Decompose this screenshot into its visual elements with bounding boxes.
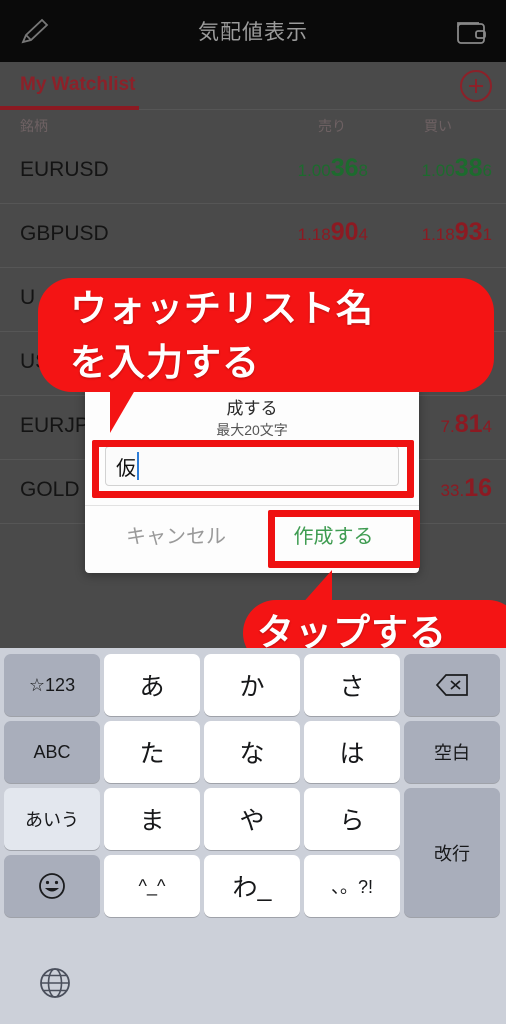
key-punct[interactable]: 、。?! bbox=[304, 855, 400, 917]
key-kana[interactable]: あいう bbox=[4, 788, 100, 850]
table-row[interactable]: GBPUSD 1.18904 1.18931 bbox=[0, 204, 506, 268]
key-na[interactable]: な bbox=[204, 721, 300, 783]
key-globe[interactable] bbox=[38, 966, 72, 1000]
navbar: 気配値表示 bbox=[0, 0, 506, 62]
row-symbol: EURUSD bbox=[20, 158, 109, 181]
callout-input-hint-line1: ウォッチリスト名 bbox=[70, 288, 374, 329]
callout-input-hint-line2: を入力する bbox=[70, 342, 260, 383]
pencil-icon[interactable] bbox=[18, 16, 54, 48]
column-header-bid: 売り bbox=[318, 118, 346, 134]
backspace-icon bbox=[435, 674, 468, 696]
app-root: 気配値表示 My Watchlist 銘柄 売り 買い EURUSD 1.0036… bbox=[0, 0, 506, 1024]
column-header-ask: 買い bbox=[424, 118, 452, 134]
row-price-ask: 1.18931 bbox=[421, 218, 492, 246]
row-price-ask: 1.00386 bbox=[421, 154, 492, 182]
keyboard-grid: ☆123 あかさ ABC たなは空白あいうまやら改行 ^_^ わ_、。?! bbox=[0, 648, 506, 956]
key-space[interactable]: 空白 bbox=[404, 721, 500, 783]
row-symbol: EURJP bbox=[20, 414, 89, 437]
wallet-icon[interactable] bbox=[454, 16, 488, 48]
key-sa[interactable]: さ bbox=[304, 654, 400, 716]
column-headers: 銘柄 売り 買い bbox=[0, 110, 506, 140]
tab-bar: My Watchlist bbox=[0, 62, 506, 110]
key-enter[interactable]: 改行 bbox=[404, 788, 500, 917]
key-symbols[interactable]: ☆123 bbox=[4, 654, 100, 716]
tab-my-watchlist[interactable]: My Watchlist bbox=[20, 74, 135, 96]
page-title: 気配値表示 bbox=[198, 21, 308, 44]
key-ka[interactable]: か bbox=[204, 654, 300, 716]
highlight-box-input bbox=[92, 440, 414, 498]
keyboard-bottom-bar bbox=[0, 956, 506, 1024]
key-ma[interactable]: ま bbox=[104, 788, 200, 850]
cancel-button[interactable]: キャンセル bbox=[101, 511, 251, 563]
row-price-ask: 33.16 bbox=[440, 474, 492, 502]
smiley-icon bbox=[39, 873, 65, 899]
row-symbol: U bbox=[20, 286, 36, 309]
key-ha[interactable]: は bbox=[304, 721, 400, 783]
key-ra[interactable]: ら bbox=[304, 788, 400, 850]
row-price-ask: 7.814 bbox=[440, 410, 492, 438]
callout-input-hint: ウォッチリスト名 を入力する bbox=[38, 278, 494, 392]
globe-icon bbox=[40, 968, 70, 998]
add-watchlist-button[interactable] bbox=[460, 70, 492, 102]
key-kaomoji[interactable]: ^_^ bbox=[104, 855, 200, 917]
row-price-bid: 1.00368 bbox=[297, 154, 368, 182]
table-row[interactable]: EURUSD 1.00368 1.00386 bbox=[0, 140, 506, 204]
key-a[interactable]: あ bbox=[104, 654, 200, 716]
key-abc[interactable]: ABC bbox=[4, 721, 100, 783]
dialog-divider bbox=[85, 505, 419, 506]
highlight-box-create bbox=[268, 510, 420, 568]
key-ya[interactable]: や bbox=[204, 788, 300, 850]
key-ta[interactable]: た bbox=[104, 721, 200, 783]
key-backspace[interactable] bbox=[404, 654, 500, 716]
row-symbol: GOLD bbox=[20, 478, 80, 501]
column-header-symbol: 銘柄 bbox=[20, 118, 48, 134]
row-price-bid: 1.18904 bbox=[297, 218, 368, 246]
key-emoji[interactable] bbox=[4, 855, 100, 917]
callout-input-tail bbox=[110, 385, 138, 433]
keyboard: ☆123 あかさ ABC たなは空白あいうまやら改行 ^_^ わ_、。?! bbox=[0, 648, 506, 1024]
row-symbol: GBPUSD bbox=[20, 222, 109, 245]
key-wa[interactable]: わ_ bbox=[204, 855, 300, 917]
